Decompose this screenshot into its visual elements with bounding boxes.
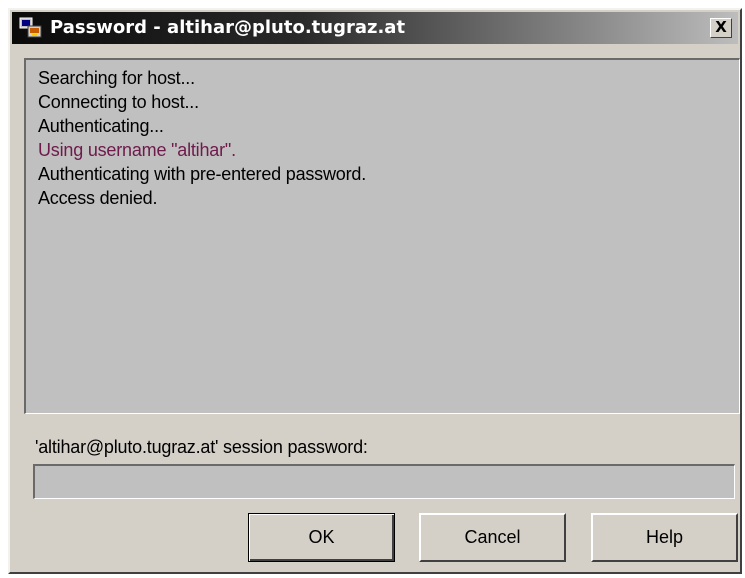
close-button[interactable]: X bbox=[710, 18, 732, 38]
terminal-app-icon bbox=[19, 17, 42, 38]
log-line: Using username "altihar". bbox=[38, 140, 236, 160]
close-icon: X bbox=[715, 18, 727, 36]
log-line: Connecting to host... bbox=[38, 92, 199, 112]
log-line: Authenticating... bbox=[38, 116, 164, 136]
log-line: Authenticating with pre-entered password… bbox=[38, 164, 366, 184]
password-label: 'altihar@pluto.tugraz.at' session passwo… bbox=[35, 437, 368, 457]
password-input[interactable] bbox=[33, 464, 735, 499]
window-title: Password - altihar@pluto.tugraz.at bbox=[50, 17, 406, 38]
title-bar[interactable]: Password - altihar@pluto.tugraz.at X bbox=[12, 12, 738, 44]
help-button[interactable]: Help bbox=[591, 513, 738, 562]
cancel-button[interactable]: Cancel bbox=[419, 513, 566, 562]
log-line: Access denied. bbox=[38, 188, 158, 208]
session-log[interactable]: Searching for host... Connecting to host… bbox=[24, 58, 740, 414]
log-line: Searching for host... bbox=[38, 68, 195, 88]
ok-button[interactable]: OK bbox=[248, 513, 395, 562]
